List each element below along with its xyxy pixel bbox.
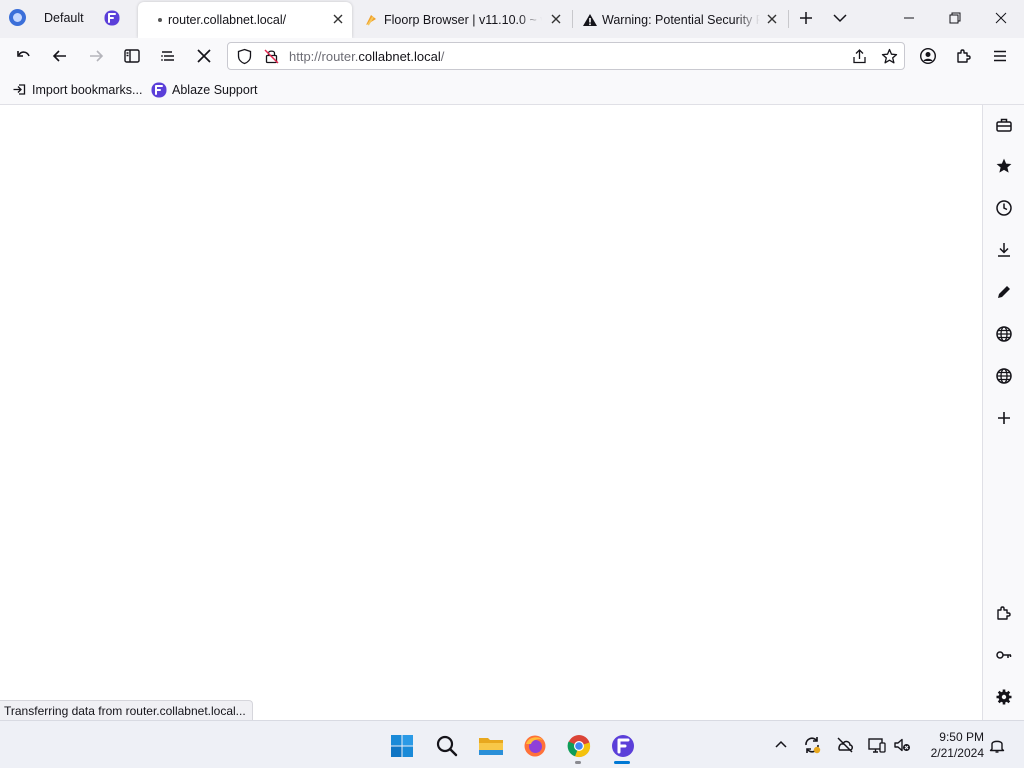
tab-floorp[interactable]: Floorp Browser | v11.10.0 ~ v11	[356, 2, 570, 38]
url-prefix: http://router.	[289, 49, 359, 64]
floorp-icon[interactable]	[610, 733, 636, 759]
floorp-icon	[151, 82, 167, 98]
onedrive-offline-icon[interactable]	[835, 735, 855, 755]
system-clock[interactable]: 9:50 PM 2/21/2024	[914, 729, 984, 761]
web-panel-globe-icon[interactable]	[994, 366, 1014, 386]
bookmarks-toolbar: Import bookmarks... Ablaze Support	[0, 74, 1024, 105]
bookmark-ablaze-support[interactable]: Ablaze Support	[151, 82, 257, 98]
downloads-icon[interactable]	[994, 240, 1014, 260]
workspace-name: Default	[44, 11, 84, 25]
volume-muted-icon[interactable]	[892, 735, 912, 755]
url-suffix: /	[440, 49, 445, 64]
insecure-connection-lock-icon[interactable]	[263, 48, 280, 65]
sync-status-icon[interactable]	[802, 735, 822, 755]
bookmark-star-icon[interactable]	[881, 48, 898, 65]
bookmark-import[interactable]: Import bookmarks...	[12, 82, 142, 97]
list-all-tabs-icon[interactable]	[832, 10, 848, 26]
minimize-button[interactable]	[886, 0, 932, 36]
show-hidden-icons-chevron-icon[interactable]	[771, 735, 791, 755]
tree-style-tabs-icon[interactable]	[158, 46, 178, 66]
minimize-icon	[904, 17, 914, 19]
loading-dot-icon	[158, 18, 162, 22]
web-panel-globe-icon[interactable]	[994, 324, 1014, 344]
close-icon	[995, 12, 1007, 24]
workspace-icon	[9, 9, 26, 26]
firefox-icon[interactable]	[522, 733, 548, 759]
browser-manager-sidebar	[982, 105, 1024, 720]
bookmark-label: Import bookmarks...	[32, 82, 143, 97]
running-indicator	[575, 761, 581, 764]
status-panel: Transferring data from router.collabnet.…	[0, 700, 253, 720]
tab-router[interactable]: router.collabnet.local/	[138, 2, 352, 38]
notes-pencil-icon[interactable]	[994, 282, 1014, 302]
tab-strip: Default router.collabnet.local/ Floorp B…	[0, 0, 1024, 38]
tab-title: Warning: Potential Security Risk Ahead	[602, 13, 760, 27]
forward-icon[interactable]	[86, 46, 106, 66]
clock-time: 9:50 PM	[939, 730, 984, 744]
navigation-toolbar: http://router.collabnet.local/	[0, 38, 1024, 101]
restore-button[interactable]	[932, 0, 978, 36]
account-icon[interactable]	[918, 46, 938, 66]
sidebar-toggle-icon[interactable]	[122, 46, 142, 66]
floorp-icon	[364, 13, 378, 27]
clock-date: 2/21/2024	[930, 746, 984, 760]
stop-loading-icon[interactable]	[194, 46, 214, 66]
tab-title: router.collabnet.local/	[168, 13, 287, 27]
file-explorer-icon[interactable]	[478, 733, 504, 759]
chrome-icon[interactable]	[566, 733, 592, 759]
tab-warning[interactable]: Warning: Potential Security Risk Ahead	[574, 2, 786, 38]
network-display-icon[interactable]	[867, 735, 887, 755]
taskbar: 9:50 PM 2/21/2024	[0, 720, 1024, 768]
tab-separator	[572, 10, 573, 28]
undo-close-tab-icon[interactable]	[14, 46, 34, 66]
active-app-indicator	[614, 761, 630, 764]
start-icon[interactable]	[389, 733, 415, 759]
extensions-icon[interactable]	[994, 603, 1014, 623]
url-text[interactable]: http://router.collabnet.local/	[289, 49, 444, 64]
bookmark-label: Ablaze Support	[172, 83, 258, 97]
tab-separator	[788, 10, 789, 28]
toolbox-icon[interactable]	[994, 115, 1014, 135]
tab-title: Floorp Browser | v11.10.0 ~ v11	[384, 13, 542, 27]
close-tab-icon[interactable]	[550, 13, 562, 25]
history-clock-icon[interactable]	[994, 198, 1014, 218]
add-panel-icon[interactable]	[994, 408, 1014, 428]
settings-gear-icon[interactable]	[994, 687, 1014, 707]
restore-icon	[949, 12, 961, 24]
close-window-button[interactable]	[978, 0, 1024, 36]
close-tab-icon[interactable]	[332, 13, 344, 25]
notifications-bell-icon[interactable]	[987, 735, 1007, 755]
floorp-icon	[104, 10, 120, 26]
search-icon[interactable]	[434, 733, 460, 759]
new-tab-icon[interactable]	[798, 10, 814, 26]
share-icon[interactable]	[851, 48, 868, 65]
close-tab-icon[interactable]	[766, 13, 778, 25]
passwords-key-icon[interactable]	[994, 645, 1014, 665]
workspace-button[interactable]: Default	[0, 0, 134, 38]
url-host: collabnet.local	[358, 49, 441, 64]
tracking-protection-shield-icon[interactable]	[236, 48, 253, 65]
bookmarks-star-icon[interactable]	[994, 156, 1014, 176]
app-menu-hamburger-icon[interactable]	[990, 46, 1010, 66]
url-bar[interactable]: http://router.collabnet.local/	[227, 42, 905, 70]
warning-icon	[582, 13, 598, 27]
back-icon[interactable]	[50, 46, 70, 66]
import-icon	[12, 82, 27, 97]
page-content[interactable]	[0, 105, 982, 720]
extensions-puzzle-icon[interactable]	[954, 46, 974, 66]
